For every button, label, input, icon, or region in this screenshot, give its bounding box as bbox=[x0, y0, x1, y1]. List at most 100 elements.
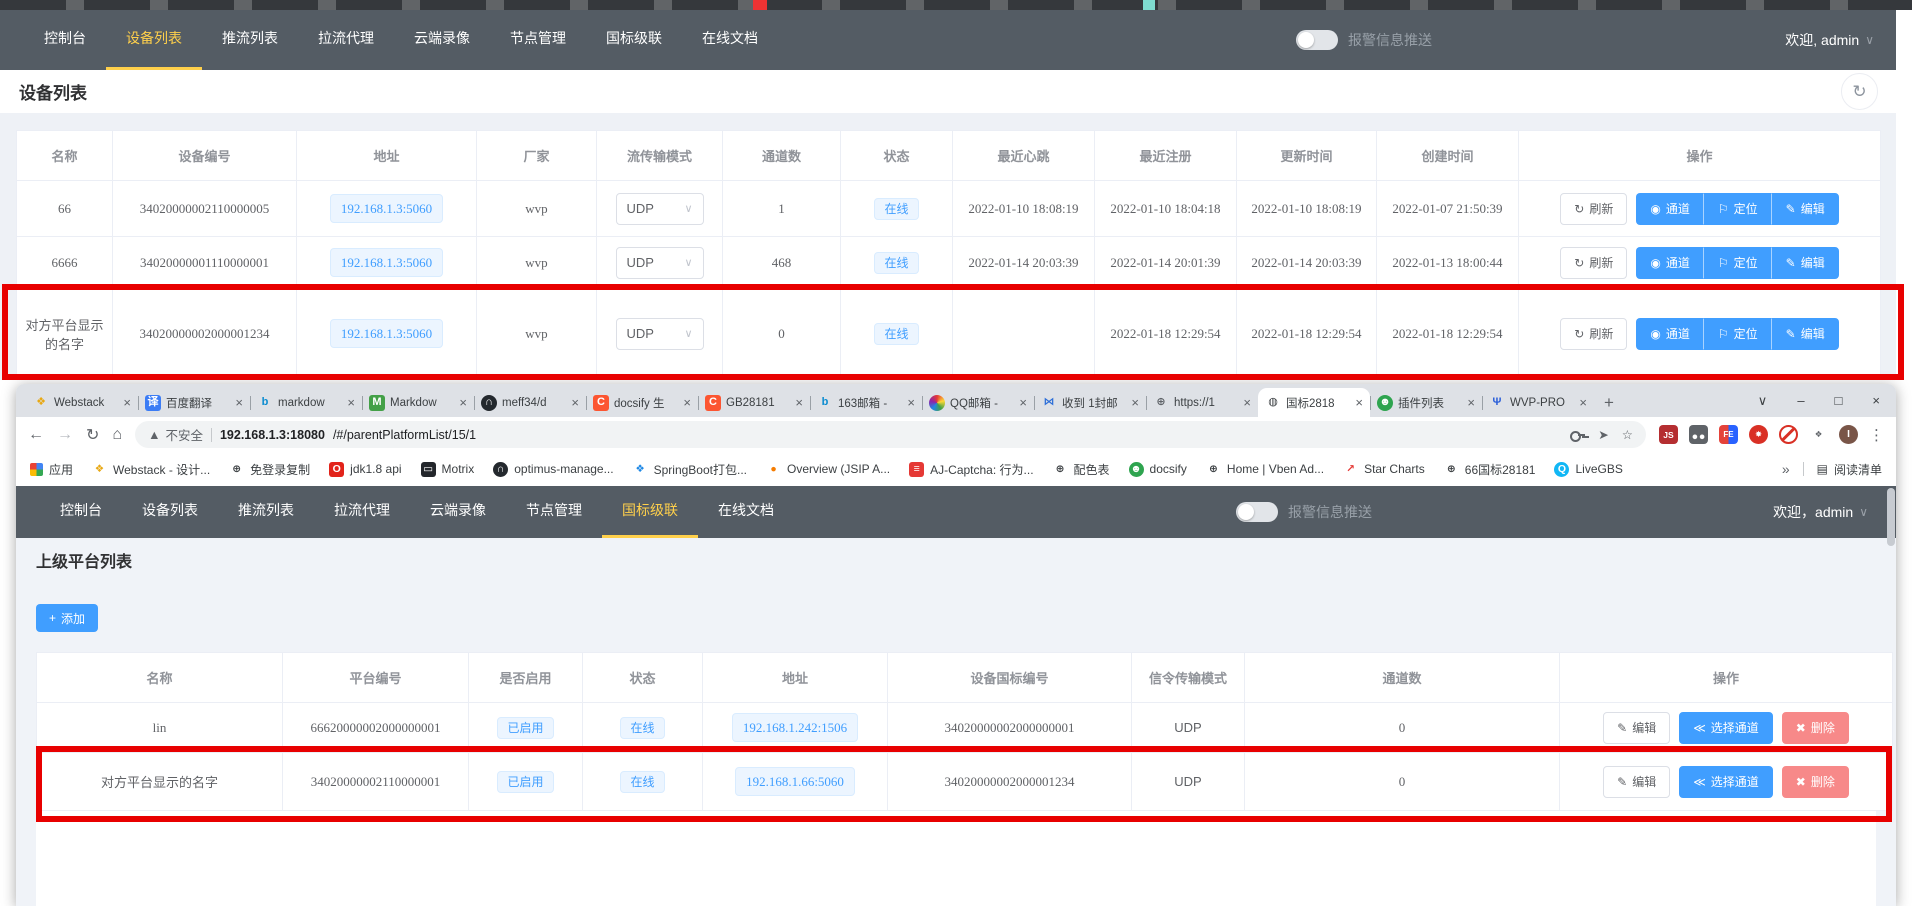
select-channels-button[interactable]: ≪选择通道 bbox=[1679, 712, 1773, 744]
puzzle-extensions-icon[interactable]: ❖ bbox=[1809, 425, 1828, 444]
refresh-device-button[interactable]: ↻刷新 bbox=[1560, 247, 1627, 279]
back-button[interactable]: ← bbox=[28, 426, 44, 444]
alarm-push-toggle[interactable] bbox=[1236, 502, 1278, 522]
refresh-page-button[interactable]: ↻ bbox=[1841, 73, 1878, 110]
refresh-device-button[interactable]: ↻刷新 bbox=[1560, 193, 1627, 225]
browser-tab[interactable]: ΨWVP-PRO× bbox=[1482, 388, 1594, 417]
browser-tab[interactable]: b163邮箱 -× bbox=[810, 388, 922, 417]
bookmark-item[interactable]: QLiveGBS bbox=[1554, 462, 1622, 477]
channels-button[interactable]: ◉通道 bbox=[1636, 318, 1704, 350]
js-extension-icon[interactable]: JS bbox=[1659, 425, 1678, 444]
platform-address-button[interactable]: 192.168.1.242:1506 bbox=[732, 713, 858, 742]
maximize-button[interactable]: □ bbox=[1835, 393, 1843, 408]
bookmark-item[interactable]: ∩optimus-manage... bbox=[493, 462, 613, 477]
adblock-hand-icon[interactable]: ✸ bbox=[1749, 425, 1768, 444]
bookmark-star-icon[interactable]: ☆ bbox=[1622, 427, 1633, 442]
browser-menu-icon[interactable]: ⋮ bbox=[1869, 426, 1884, 444]
bookmark-item[interactable]: ⊕配色表 bbox=[1053, 461, 1110, 478]
edit-button[interactable]: ✎编辑 bbox=[1772, 193, 1839, 225]
delete-platform-button[interactable]: ✖删除 bbox=[1782, 766, 1849, 798]
browser-tab-active[interactable]: ◍国标2818× bbox=[1258, 388, 1370, 417]
device-address-button[interactable]: 192.168.1.3:5060 bbox=[330, 194, 443, 223]
nav-item-device-list[interactable]: 设备列表 bbox=[106, 10, 202, 70]
nav-item-push-list[interactable]: 推流列表 bbox=[218, 486, 314, 538]
browser-tab[interactable]: 译百度翻译× bbox=[138, 388, 250, 417]
bookmark-item[interactable]: ▭Motrix bbox=[421, 462, 475, 477]
tab-close-icon[interactable]: × bbox=[907, 395, 915, 410]
profile-avatar[interactable]: I bbox=[1839, 425, 1858, 444]
edit-platform-button[interactable]: ✎编辑 bbox=[1603, 766, 1670, 798]
transport-select[interactable]: UDP∨ bbox=[616, 247, 704, 279]
platform-address-button[interactable]: 192.168.1.66:5060 bbox=[735, 767, 855, 796]
nav-item-online-docs[interactable]: 在线文档 bbox=[682, 10, 778, 70]
delete-platform-button[interactable]: ✖删除 bbox=[1782, 712, 1849, 744]
tab-close-icon[interactable]: × bbox=[1243, 395, 1251, 410]
tab-close-icon[interactable]: × bbox=[1131, 395, 1139, 410]
transport-select[interactable]: UDP∨ bbox=[616, 193, 704, 225]
nav-item-gb-cascade[interactable]: 国标级联 bbox=[602, 486, 698, 538]
edit-button[interactable]: ✎编辑 bbox=[1772, 247, 1839, 279]
bookmark-apps[interactable]: 应用 bbox=[30, 461, 73, 478]
tab-close-icon[interactable]: × bbox=[1355, 395, 1363, 410]
bookmark-item[interactable]: ≡AJ-Captcha: 行为... bbox=[909, 461, 1033, 478]
new-tab-button[interactable]: + bbox=[1594, 388, 1624, 417]
nav-item-cloud-record[interactable]: 云端录像 bbox=[394, 10, 490, 70]
bookmark-item[interactable]: Ojdk1.8 api bbox=[329, 462, 401, 477]
nav-item-node-manage[interactable]: 节点管理 bbox=[506, 486, 602, 538]
nav-item-pull-proxy[interactable]: 拉流代理 bbox=[314, 486, 410, 538]
page-scrollbar-thumb[interactable] bbox=[1887, 488, 1895, 546]
no-touch-icon[interactable] bbox=[1779, 425, 1798, 444]
nav-item-push-list[interactable]: 推流列表 bbox=[202, 10, 298, 70]
tab-close-icon[interactable]: × bbox=[795, 395, 803, 410]
tab-close-icon[interactable]: × bbox=[571, 395, 579, 410]
reading-list-button[interactable]: ▤阅读清单 bbox=[1817, 461, 1882, 478]
bookmark-item[interactable]: ⊕Home | Vben Ad... bbox=[1206, 462, 1324, 477]
tab-search-chevron-icon[interactable]: ∨ bbox=[1758, 393, 1768, 409]
nav-item-online-docs[interactable]: 在线文档 bbox=[698, 486, 794, 538]
incognito-mask-icon[interactable] bbox=[1689, 425, 1708, 444]
nav-item-console[interactable]: 控制台 bbox=[24, 10, 106, 70]
browser-tab[interactable]: bmarkdow× bbox=[250, 388, 362, 417]
bookmark-item[interactable]: ❖Webstack - 设计... bbox=[92, 461, 210, 478]
forward-button[interactable]: → bbox=[57, 426, 73, 444]
bookmark-item[interactable]: ↗Star Charts bbox=[1343, 462, 1425, 477]
bookmark-item[interactable]: ⊕66国标28181 bbox=[1444, 461, 1536, 478]
address-bar[interactable]: ▲不安全 192.168.1.3:18080/#/parentPlatformL… bbox=[135, 421, 1646, 448]
nav-item-cloud-record[interactable]: 云端录像 bbox=[410, 486, 506, 538]
channels-button[interactable]: ◉通道 bbox=[1636, 247, 1704, 279]
bookmark-item[interactable]: ❖SpringBoot打包... bbox=[633, 461, 747, 478]
alarm-push-toggle[interactable] bbox=[1296, 30, 1338, 50]
minimize-button[interactable]: – bbox=[1797, 393, 1804, 408]
browser-tab[interactable]: ☻插件列表× bbox=[1370, 388, 1482, 417]
browser-tab[interactable]: ⊕https://1× bbox=[1146, 388, 1258, 417]
select-channels-button[interactable]: ≪选择通道 bbox=[1679, 766, 1773, 798]
tab-close-icon[interactable]: × bbox=[123, 395, 131, 410]
browser-tab[interactable]: ∩meff34/d× bbox=[474, 388, 586, 417]
transport-select[interactable]: UDP∨ bbox=[616, 318, 704, 350]
nav-item-device-list[interactable]: 设备列表 bbox=[122, 486, 218, 538]
tab-close-icon[interactable]: × bbox=[1019, 395, 1027, 410]
fe-extension-icon[interactable]: FE bbox=[1719, 425, 1738, 444]
password-key-icon[interactable] bbox=[1570, 429, 1585, 441]
tab-close-icon[interactable]: × bbox=[235, 395, 243, 410]
nav-item-gb-cascade[interactable]: 国标级联 bbox=[586, 10, 682, 70]
tab-close-icon[interactable]: × bbox=[1579, 395, 1587, 410]
reload-button[interactable]: ↻ bbox=[86, 425, 99, 445]
tab-close-icon[interactable]: × bbox=[459, 395, 467, 410]
locate-button[interactable]: ⚐定位 bbox=[1704, 318, 1772, 350]
edit-button[interactable]: ✎编辑 bbox=[1772, 318, 1839, 350]
welcome-menu[interactable]: 欢迎, admin∨ bbox=[1785, 30, 1874, 50]
tab-close-icon[interactable]: × bbox=[347, 395, 355, 410]
browser-tab[interactable]: CGB28181× bbox=[698, 388, 810, 417]
browser-tab[interactable]: Cdocsify 生× bbox=[586, 388, 698, 417]
security-warning[interactable]: ▲不安全 bbox=[148, 425, 203, 444]
home-button[interactable]: ⌂ bbox=[112, 426, 122, 444]
locate-button[interactable]: ⚐定位 bbox=[1704, 247, 1772, 279]
device-address-button[interactable]: 192.168.1.3:5060 bbox=[330, 319, 443, 348]
browser-tab[interactable]: QQ邮箱 -× bbox=[922, 388, 1034, 417]
welcome-menu[interactable]: 欢迎，admin∨ bbox=[1773, 502, 1868, 522]
locate-button[interactable]: ⚐定位 bbox=[1704, 193, 1772, 225]
device-address-button[interactable]: 192.168.1.3:5060 bbox=[330, 248, 443, 277]
channels-button[interactable]: ◉通道 bbox=[1636, 193, 1704, 225]
bookmark-item[interactable]: ☻docsify bbox=[1129, 462, 1187, 477]
